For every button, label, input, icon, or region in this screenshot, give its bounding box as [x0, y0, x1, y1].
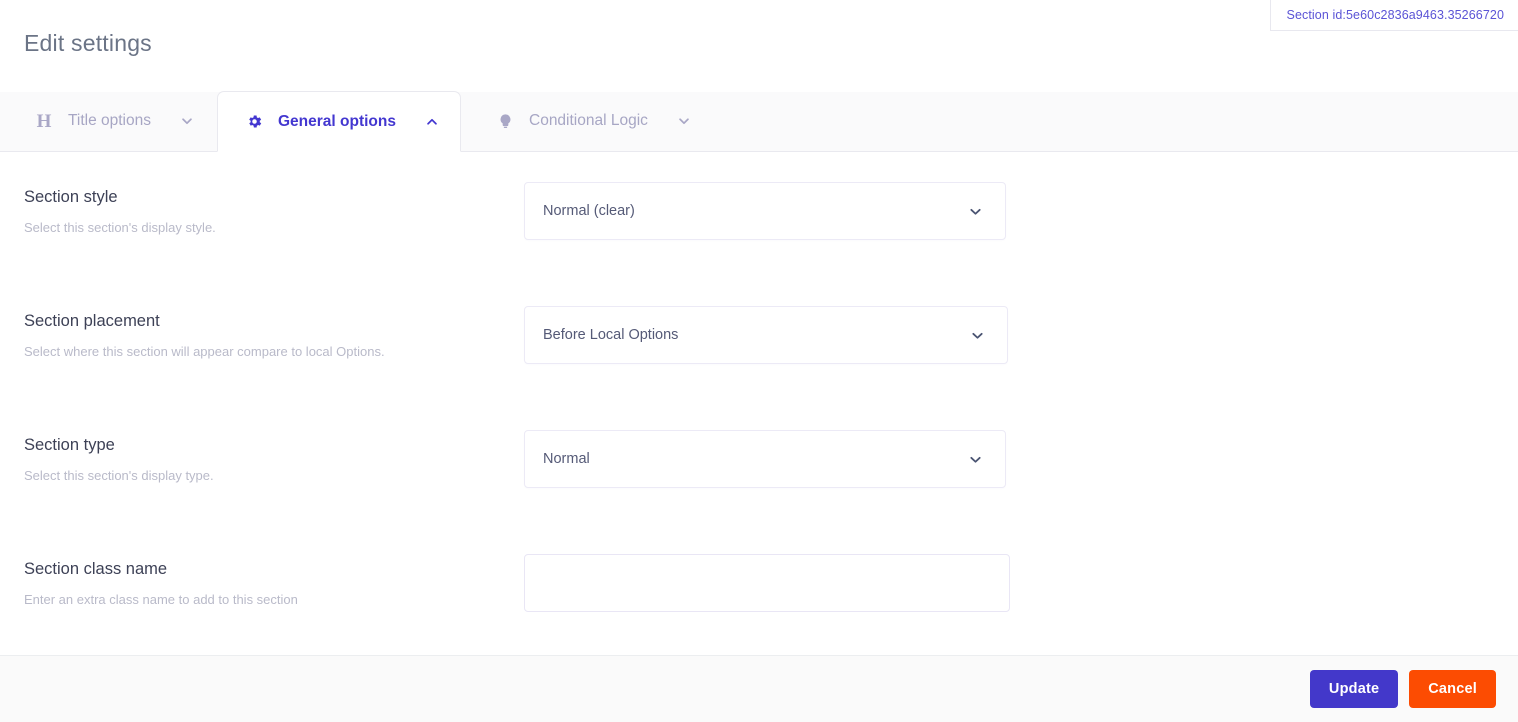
- chevron-down-icon[interactable]: [967, 451, 983, 467]
- field-row-section-type: Section type Select this section's displ…: [0, 430, 1518, 554]
- chevron-down-icon[interactable]: [676, 113, 692, 129]
- tab-conditional-logic-label: Conditional Logic: [529, 112, 648, 129]
- field-description-section-placement: Select where this section will appear co…: [24, 343, 385, 359]
- field-description-section-type: Select this section's display type.: [24, 467, 214, 483]
- field-row-section-style: Section style Select this section's disp…: [0, 152, 1518, 306]
- tab-strip: H Title options General options Conditio…: [0, 91, 1518, 152]
- chevron-down-icon[interactable]: [179, 113, 195, 129]
- section-type-value: Normal: [543, 451, 590, 467]
- tab-general-options-label: General options: [278, 112, 396, 130]
- edit-settings-dialog: Section id:5e60c2836a9463.35266720 Edit …: [0, 0, 1518, 722]
- gear-icon: [244, 112, 264, 132]
- field-control: Before Local Options: [524, 306, 1008, 364]
- field-control: Normal: [524, 430, 1006, 488]
- chevron-up-icon[interactable]: [424, 114, 440, 130]
- update-button[interactable]: Update: [1309, 670, 1399, 708]
- section-id-badge: Section id:5e60c2836a9463.35266720: [1269, 0, 1518, 31]
- section-type-select[interactable]: Normal: [524, 430, 1006, 488]
- field-row-section-class-name: Section class name Enter an extra class …: [0, 554, 1518, 655]
- cancel-button[interactable]: Cancel: [1409, 670, 1496, 708]
- field-row-section-placement: Section placement Select where this sect…: [0, 306, 1518, 430]
- section-style-value: Normal (clear): [543, 203, 635, 219]
- tab-conditional-logic[interactable]: Conditional Logic: [461, 91, 714, 151]
- heading-h-icon: H: [36, 110, 52, 132]
- field-label-section-class-name: Section class name: [24, 560, 168, 578]
- section-id-text: Section id:5e60c2836a9463.35266720: [1286, 8, 1504, 22]
- section-placement-value: Before Local Options: [543, 327, 679, 343]
- tab-title-options[interactable]: H Title options: [0, 91, 217, 151]
- field-label-section-placement: Section placement: [24, 312, 160, 330]
- field-meta: Section placement Select where this sect…: [24, 306, 524, 361]
- dialog-footer: Update Cancel: [0, 655, 1518, 722]
- page-title: Edit settings: [24, 30, 152, 56]
- section-class-name-input[interactable]: [524, 554, 1010, 612]
- settings-form: Section style Select this section's disp…: [0, 152, 1518, 655]
- field-control: Normal (clear): [524, 182, 1006, 240]
- field-label-section-type: Section type: [24, 436, 115, 454]
- chevron-down-icon[interactable]: [967, 203, 983, 219]
- field-meta: Section style Select this section's disp…: [24, 182, 524, 237]
- field-control: [524, 554, 1010, 612]
- lightbulb-icon: [495, 111, 515, 131]
- field-description-section-style: Select this section's display style.: [24, 219, 216, 235]
- field-meta: Section class name Enter an extra class …: [24, 554, 524, 609]
- tab-title-options-label: Title options: [68, 112, 151, 129]
- section-style-select[interactable]: Normal (clear): [524, 182, 1006, 240]
- tab-general-options[interactable]: General options: [217, 91, 461, 152]
- field-label-section-style: Section style: [24, 188, 118, 206]
- field-meta: Section type Select this section's displ…: [24, 430, 524, 485]
- section-placement-select[interactable]: Before Local Options: [524, 306, 1008, 364]
- chevron-down-icon[interactable]: [969, 327, 985, 343]
- field-description-section-class-name: Enter an extra class name to add to this…: [24, 591, 298, 607]
